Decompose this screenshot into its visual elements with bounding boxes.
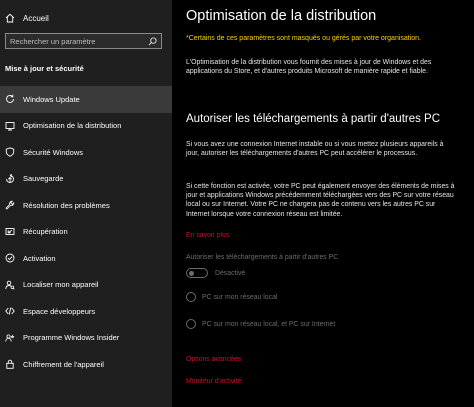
sidebar-item-find-my-device[interactable]: Localiser mon appareil <box>0 272 172 299</box>
sidebar-nav: Windows Update Optimisation de la distri… <box>0 86 172 378</box>
sidebar: Accueil Mise à jour et sécurité Windows … <box>0 0 172 407</box>
search-icon[interactable] <box>148 36 157 46</box>
sidebar-item-label: Récupération <box>23 227 68 237</box>
sidebar-item-label: Activation <box>23 253 56 263</box>
sidebar-item-backup[interactable]: Sauvegarde <box>0 166 172 193</box>
sidebar-item-windows-insider[interactable]: Programme Windows Insider <box>0 325 172 352</box>
toggle-label: Autoriser les téléchargements à partir d… <box>186 254 339 261</box>
sidebar-item-recovery[interactable]: Récupération <box>0 219 172 246</box>
allow-downloads-toggle[interactable] <box>186 268 208 278</box>
sidebar-item-device-encryption[interactable]: Chiffrement de l'appareil <box>0 351 172 378</box>
backup-arrow-icon <box>6 173 14 183</box>
home-label: Accueil <box>23 13 49 23</box>
managed-by-organization-warning: *Certains de ces paramètres sont masqués… <box>186 35 422 42</box>
allow-downloads-toggle-row: Désactivé <box>186 268 245 278</box>
locate-person-icon <box>5 280 15 290</box>
sidebar-item-label: Espace développeurs <box>23 306 96 316</box>
sidebar-item-label: Windows Update <box>23 94 80 104</box>
radio-local-network[interactable] <box>186 292 196 302</box>
radio-local-and-internet-row: PC sur mon réseau local, et PC sur Inter… <box>186 319 335 329</box>
radio-local-and-internet-label: PC sur mon réseau local, et PC sur Inter… <box>202 320 336 328</box>
sidebar-item-label: Programme Windows Insider <box>23 333 120 343</box>
radio-local-and-internet[interactable] <box>186 319 196 329</box>
search-box[interactable] <box>5 33 162 49</box>
page-title: Optimisation de la distribution <box>186 8 377 24</box>
home-link[interactable]: Accueil <box>5 11 49 25</box>
insider-icon <box>5 334 15 342</box>
sidebar-item-delivery-optimization[interactable]: Optimisation de la distribution <box>0 113 172 140</box>
activity-monitor-link[interactable]: Moniteur d'activité <box>186 378 241 385</box>
sidebar-item-developers[interactable]: Espace développeurs <box>0 298 172 325</box>
search-input[interactable] <box>10 36 140 46</box>
sidebar-item-label: Sauvegarde <box>23 174 64 184</box>
intro-text: L'Optimisation de la distribution vous f… <box>186 59 432 76</box>
recovery-icon <box>5 227 15 235</box>
sidebar-item-activation[interactable]: Activation <box>0 245 172 272</box>
toggle-knob <box>189 270 194 276</box>
sidebar-item-windows-security[interactable]: Sécurité Windows <box>0 139 172 166</box>
wrench-icon <box>5 201 15 210</box>
radio-local-network-row: PC sur mon réseau local <box>186 292 277 302</box>
refresh-icon <box>6 95 14 104</box>
sidebar-item-troubleshoot[interactable]: Résolution des problèmes <box>0 192 172 219</box>
sidebar-item-label: Sécurité Windows <box>23 147 84 157</box>
home-icon <box>5 13 15 23</box>
activation-check-icon <box>5 253 15 263</box>
description-paragraph-2: Si cette fonction est activée, votre PC … <box>186 183 455 218</box>
advanced-options-link[interactable]: Options avancées <box>186 356 241 363</box>
sidebar-item-label: Chiffrement de l'appareil <box>23 359 104 369</box>
sidebar-item-label: Localiser mon appareil <box>23 280 99 290</box>
toggle-state-label: Désactivé <box>215 269 246 277</box>
description-paragraph-1: Si vous avez une connexion Internet inst… <box>186 141 444 158</box>
developer-icon <box>5 307 15 315</box>
learn-more-link[interactable]: En savoir plus <box>186 232 229 239</box>
section-title: Mise à jour et sécurité <box>5 64 84 73</box>
sidebar-item-label: Résolution des problèmes <box>23 200 110 210</box>
radio-local-network-label: PC sur mon réseau local <box>202 293 278 301</box>
shield-icon <box>5 147 15 158</box>
delivery-optimization-icon <box>5 121 15 131</box>
lock-icon <box>6 360 14 370</box>
section-heading: Autoriser les téléchargements à partir d… <box>186 113 441 125</box>
sidebar-item-label: Optimisation de la distribution <box>23 121 122 131</box>
sidebar-item-windows-update[interactable]: Windows Update <box>0 86 172 113</box>
